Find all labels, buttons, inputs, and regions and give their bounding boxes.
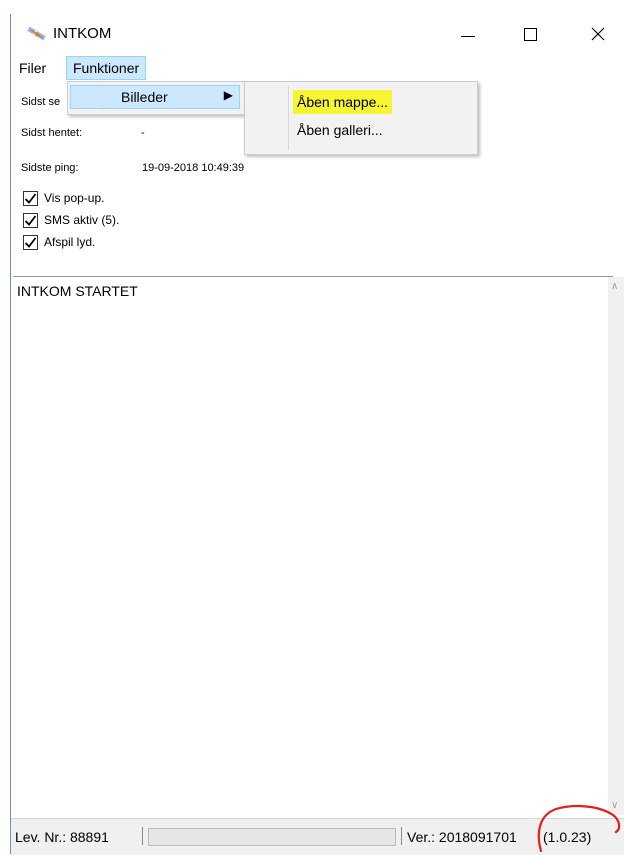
close-icon: [591, 27, 605, 41]
status-separator: [401, 827, 402, 845]
checkmark-icon: [24, 236, 37, 248]
checkbox-vis-popup[interactable]: Vis pop-up.: [23, 188, 105, 208]
scroll-up-icon[interactable]: ∧: [611, 281, 618, 292]
checkmark-icon: [24, 214, 37, 226]
checkbox-afspil-lyd[interactable]: Afspil lyd.: [23, 232, 95, 252]
build-text: (1.0.23): [543, 829, 592, 845]
checkbox-label: Vis pop-up.: [44, 191, 105, 205]
minimize-icon: [461, 35, 475, 37]
sidst-hentet-label: Sidst hentet:: [21, 127, 83, 139]
sidste-ping-label: Sidste ping:: [21, 162, 79, 174]
maximize-button[interactable]: [507, 14, 553, 54]
log-textbox[interactable]: INTKOM STARTET ∧ ∨: [13, 276, 624, 815]
checkbox-box[interactable]: [23, 234, 38, 250]
scroll-down-icon[interactable]: ∨: [611, 800, 618, 811]
progress-bar: [148, 828, 396, 846]
status-separator: [142, 827, 143, 845]
funktioner-dropdown: Billeder ▶: [67, 81, 245, 115]
menu-item-aaben-mappe[interactable]: Åben mappe...: [293, 90, 393, 114]
app-window: INTKOM Filer Funktioner Sidst se Sidst h…: [10, 14, 624, 855]
menu-item-billeder[interactable]: Billeder ▶: [70, 85, 240, 109]
satellite-icon: [27, 26, 46, 41]
status-bar: Lev. Nr.: 88891 Ver.: 2018091701 (1.0.23…: [11, 818, 624, 855]
menu-filer[interactable]: Filer: [13, 56, 52, 80]
version-text: Ver.: 2018091701: [407, 829, 517, 845]
sidst-sendt-label: Sidst se: [21, 96, 61, 108]
menu-item-label: Billeder: [121, 89, 168, 105]
checkbox-box[interactable]: [23, 212, 38, 228]
log-scrollbar[interactable]: ∧ ∨: [608, 277, 624, 815]
checkmark-icon: [24, 192, 37, 204]
menu-item-aaben-galleri[interactable]: Åben galleri...: [293, 118, 387, 142]
sidste-ping-value: 19-09-2018 10:49:39: [142, 162, 245, 174]
title-bar[interactable]: INTKOM: [11, 14, 624, 54]
minimize-button[interactable]: [445, 14, 491, 54]
menu-gutter: [288, 86, 289, 150]
window-title: INTKOM: [53, 25, 112, 42]
submenu-arrow-icon: ▶: [223, 88, 233, 102]
lev-nr-text: Lev. Nr.: 88891: [15, 829, 109, 845]
billeder-submenu: Åben mappe... Åben galleri...: [244, 81, 478, 155]
checkbox-box[interactable]: [23, 190, 38, 206]
checkbox-label: SMS aktiv (5).: [44, 213, 120, 227]
maximize-icon: [523, 27, 537, 41]
sidst-hentet-value: -: [141, 127, 145, 139]
close-button[interactable]: [575, 14, 621, 54]
checkbox-label: Afspil lyd.: [44, 235, 96, 249]
menu-bar: Filer Funktioner: [11, 56, 624, 80]
menu-funktioner[interactable]: Funktioner: [66, 56, 147, 80]
checkbox-sms-aktiv[interactable]: SMS aktiv (5).: [23, 210, 119, 230]
log-text: INTKOM STARTET: [17, 283, 138, 299]
